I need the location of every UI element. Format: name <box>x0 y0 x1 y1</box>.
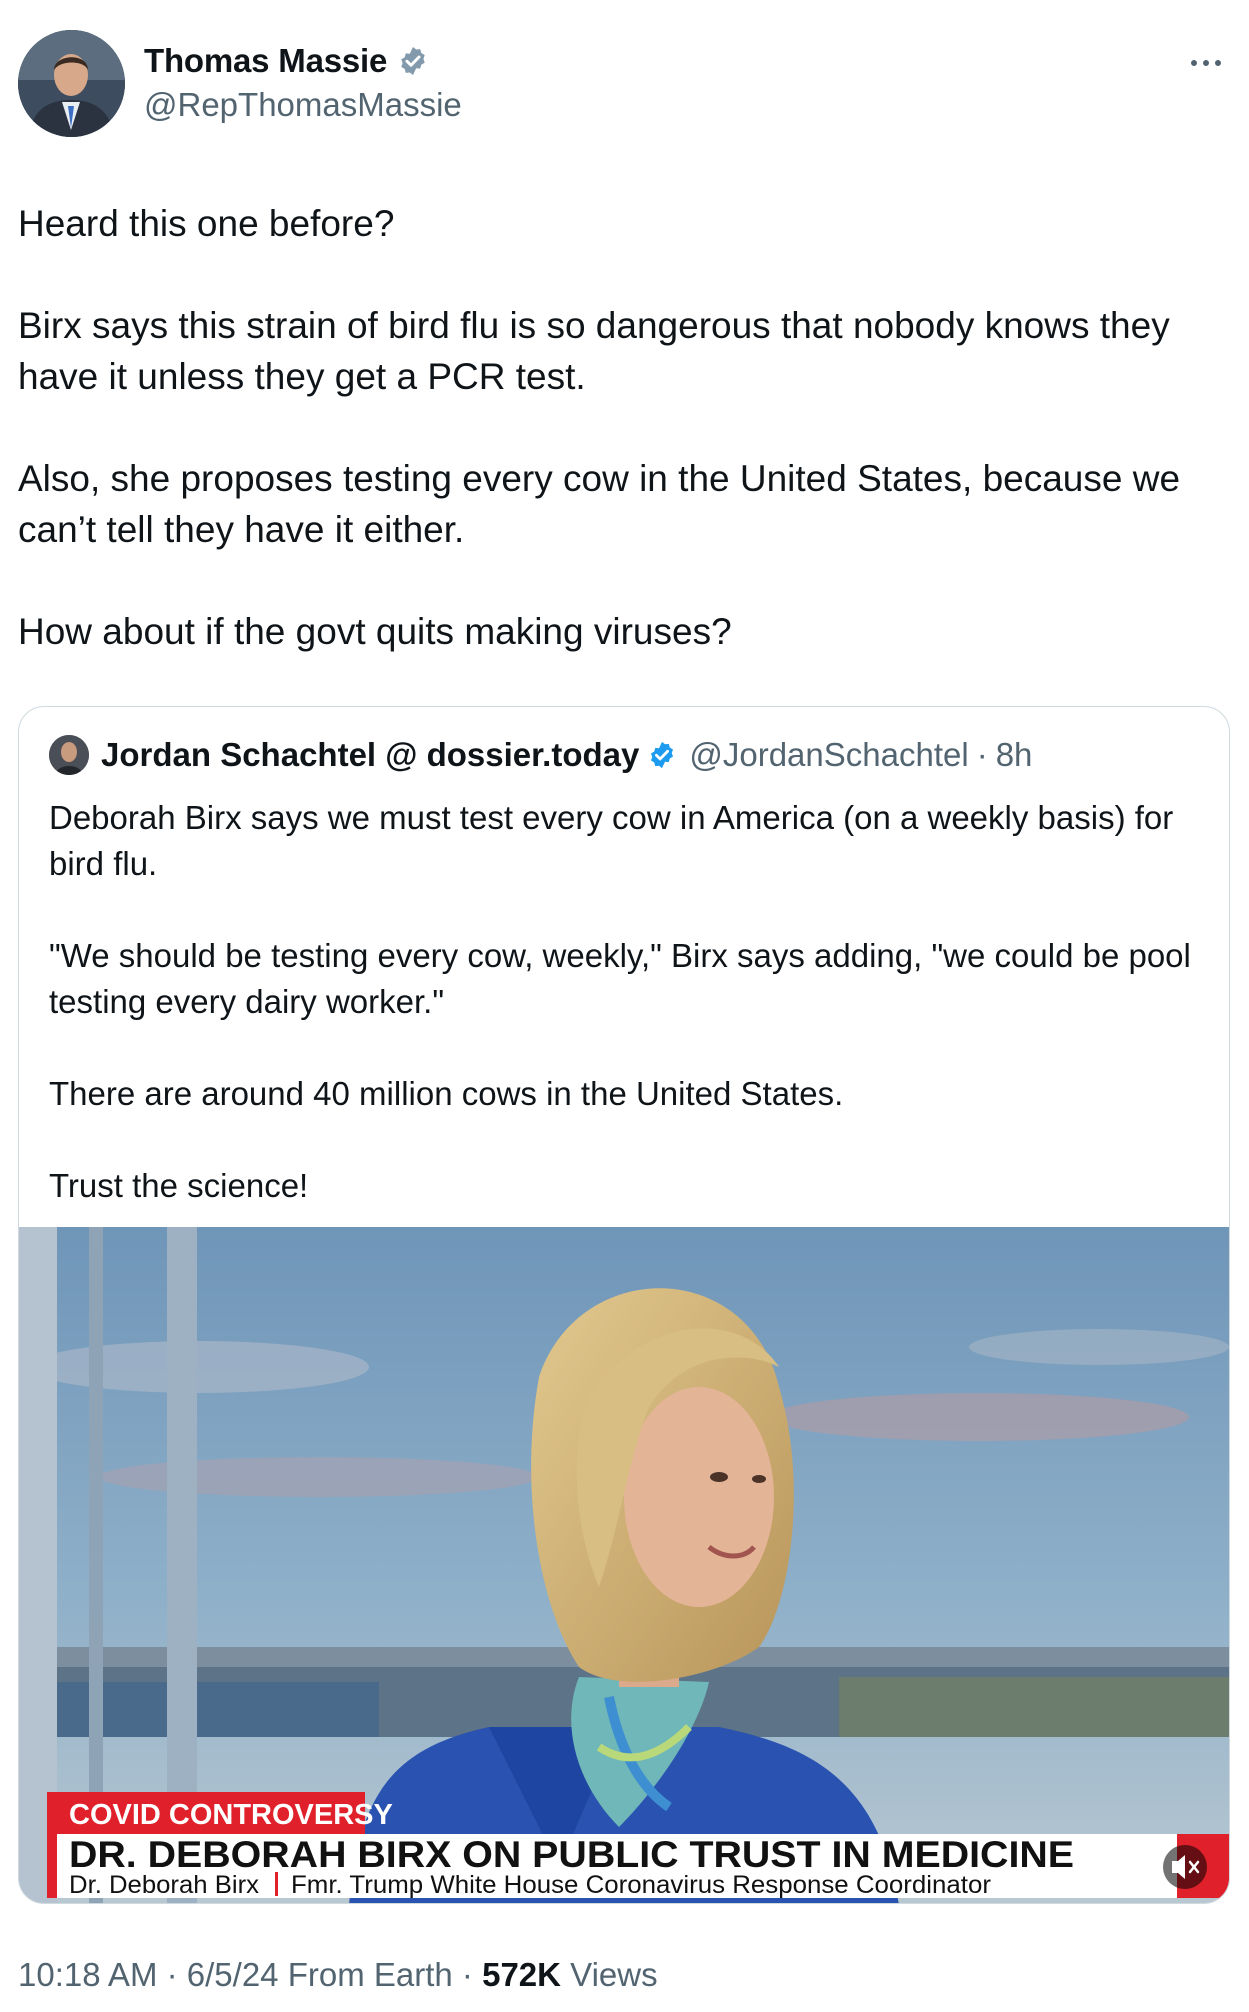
quoted-tweet-time[interactable]: 8h <box>996 736 1033 774</box>
tweet-text: Heard this one before? Birx says this st… <box>18 198 1230 657</box>
quoted-paragraph: Deborah Birx says we must test every cow… <box>49 799 1174 882</box>
more-options-icon[interactable] <box>1186 48 1226 78</box>
tweet-paragraph: Heard this one before? <box>18 203 395 244</box>
show-name-line1: CNN THIS <box>1079 1863 1150 1880</box>
author-avatar[interactable] <box>18 30 125 137</box>
quoted-tweet-text: Deborah Birx says we must test every cow… <box>49 795 1209 1209</box>
tweet-paragraph: Birx says this strain of bird flu is so … <box>18 305 1170 397</box>
tweet-source: From Earth <box>287 1956 453 1993</box>
quoted-paragraph: Trust the science! <box>49 1167 309 1204</box>
mute-button[interactable] <box>1163 1845 1207 1889</box>
quoted-author-handle[interactable]: @JordanSchachtel <box>689 736 968 774</box>
views-label: Views <box>570 1956 658 1993</box>
author-name[interactable]: Thomas Massie <box>144 42 387 80</box>
quoted-tweet-header: Jordan Schachtel @ dossier.today @Jordan… <box>49 735 1032 775</box>
quoted-author-avatar <box>49 735 89 775</box>
separator-dot: · <box>976 736 988 773</box>
tweet-time[interactable]: 10:18 AM <box>18 1956 157 1993</box>
verified-badge-icon <box>647 740 677 770</box>
tweet-date[interactable]: 6/5/24 <box>187 1956 279 1993</box>
quoted-tweet[interactable]: Jordan Schachtel @ dossier.today @Jordan… <box>18 706 1230 1904</box>
views-count[interactable]: 572K <box>482 1956 561 1993</box>
verified-badge-icon <box>397 45 429 77</box>
tweet-paragraph: How about if the govt quits making virus… <box>18 611 732 652</box>
tweet-paragraph: Also, she proposes testing every cow in … <box>18 458 1181 550</box>
author-handle[interactable]: @RepThomasMassie <box>144 86 462 124</box>
tweet-header: Thomas Massie @RepThomasMassie <box>18 28 1230 138</box>
separator-dot: · <box>461 1956 473 1993</box>
video-player[interactable]: COVID CONTROVERSY DR. DEBORAH BIRX ON PU… <box>19 1227 1229 1903</box>
video-headline: DR. DEBORAH BIRX ON PUBLIC TRUST IN MEDI… <box>69 1834 1074 1875</box>
quoted-paragraph: There are around 40 million cows in the … <box>49 1075 844 1112</box>
quoted-paragraph: "We should be testing every cow, weekly,… <box>49 937 1191 1020</box>
show-name-line2: MORNING <box>1079 1879 1152 1896</box>
video-subject: Dr. Deborah Birx <box>69 1871 260 1899</box>
video-tag: COVID CONTROVERSY <box>69 1799 393 1831</box>
video-subject-title: Fmr. Trump White House Coronavirus Respo… <box>291 1871 991 1899</box>
separator-dot: · <box>166 1956 178 1993</box>
tweet-metadata: 10:18 AM · 6/5/24 From Earth · 572K View… <box>18 1956 658 1994</box>
quoted-author-name[interactable]: Jordan Schachtel @ dossier.today <box>101 736 639 774</box>
